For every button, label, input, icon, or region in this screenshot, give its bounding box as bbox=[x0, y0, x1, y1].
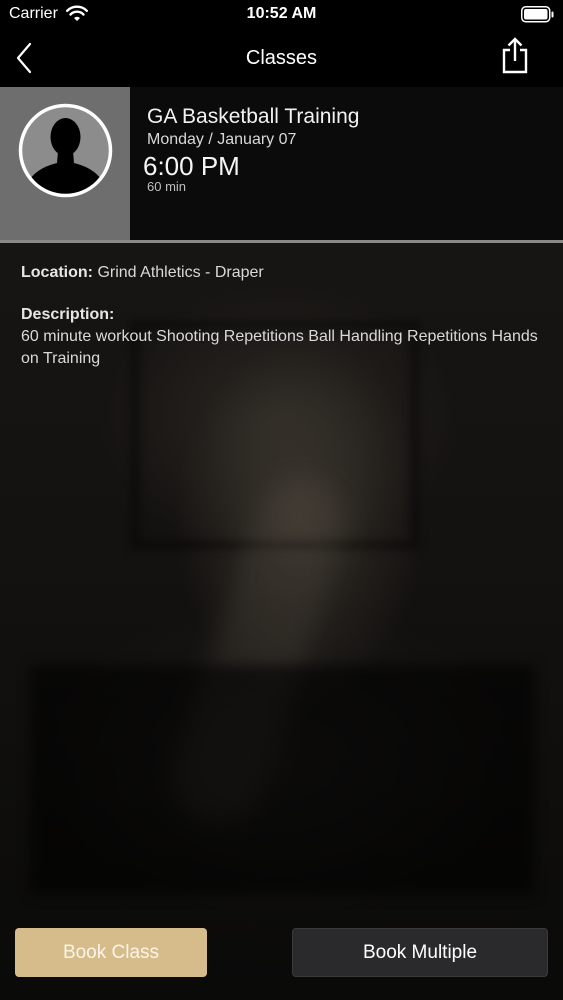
book-multiple-button[interactable]: Book Multiple bbox=[292, 928, 548, 977]
book-class-button[interactable]: Book Class bbox=[15, 928, 207, 977]
clock-time: 10:52 AM bbox=[246, 5, 317, 22]
location-value: Grind Athletics - Draper bbox=[97, 264, 264, 281]
class-time: 6:00 PM bbox=[143, 151, 240, 181]
header-divider bbox=[0, 240, 563, 243]
share-icon[interactable] bbox=[498, 36, 532, 76]
class-duration: 60 min bbox=[147, 179, 187, 194]
location-label: Location: bbox=[21, 264, 93, 281]
class-details: Location: Grind Athletics - Draper Descr… bbox=[21, 262, 546, 370]
description-text: 60 minute workout Shooting Repetitions B… bbox=[21, 328, 538, 367]
page-title: Classes bbox=[245, 47, 318, 69]
class-date: Monday / January 07 bbox=[147, 131, 297, 148]
status-bar: Carrier 10:52 AM bbox=[0, 0, 563, 30]
description-label: Description: bbox=[21, 306, 115, 323]
background-floor bbox=[30, 665, 535, 895]
person-silhouette-icon bbox=[18, 103, 113, 198]
navigation-bar: Classes bbox=[0, 30, 563, 87]
location-row: Location: Grind Athletics - Draper bbox=[21, 262, 546, 284]
battery-icon bbox=[521, 6, 554, 23]
description-block: Description: 60 minute workout Shooting … bbox=[21, 304, 546, 370]
avatar-panel bbox=[0, 87, 130, 240]
class-header-card: GA Basketball Training Monday / January … bbox=[0, 87, 563, 240]
class-name: GA Basketball Training bbox=[147, 105, 360, 128]
